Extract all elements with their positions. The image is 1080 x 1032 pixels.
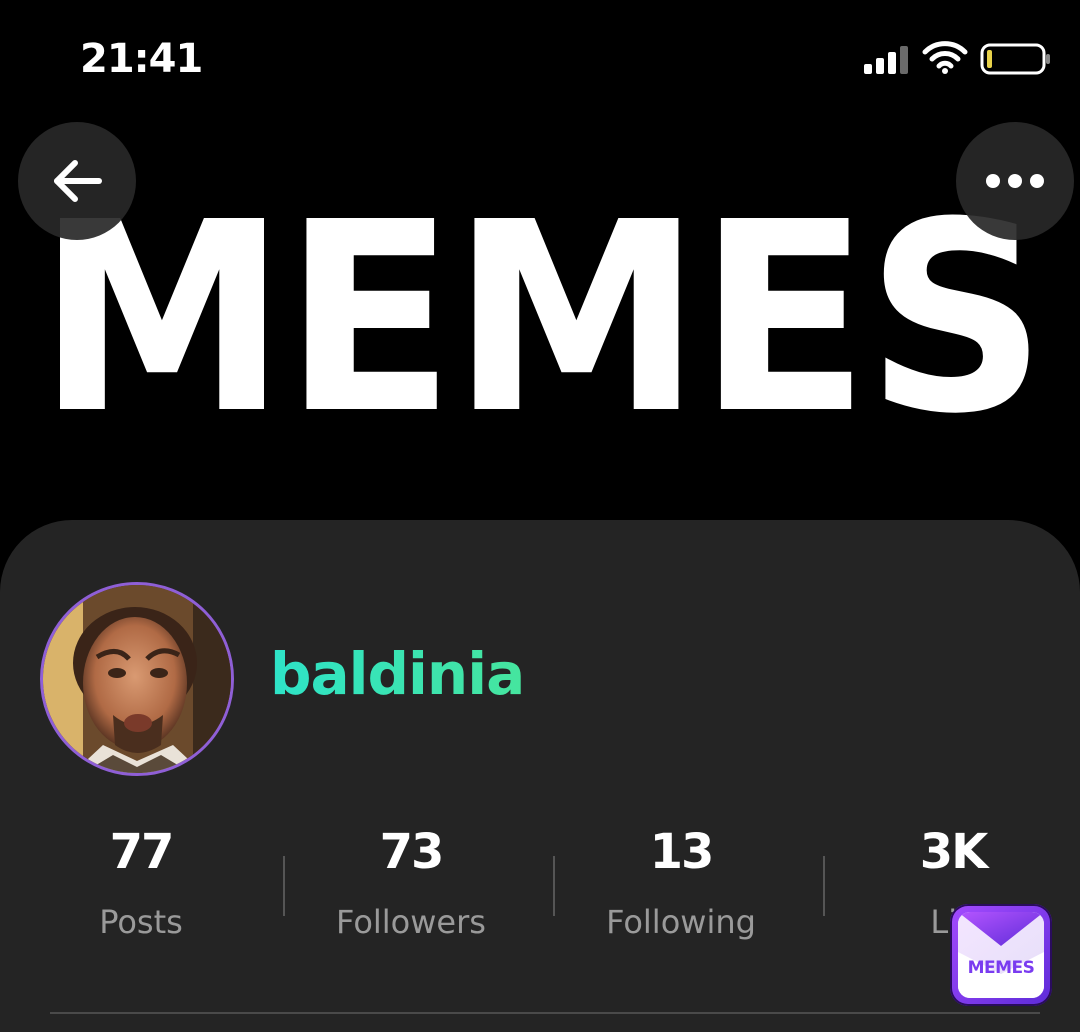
- stat-value: 77: [109, 824, 175, 880]
- status-time: 21:41: [80, 36, 203, 82]
- stat-value: 3K: [919, 824, 989, 880]
- battery-icon: [980, 43, 1050, 75]
- mail-icon: MEMES: [958, 912, 1044, 998]
- stat-posts[interactable]: 77 Posts: [6, 822, 276, 942]
- username: baldinia: [270, 640, 525, 708]
- profile-banner-text: MEMES: [36, 166, 1047, 471]
- avatar[interactable]: [40, 582, 234, 776]
- more-options-button[interactable]: [956, 122, 1074, 240]
- stat-label: Following: [606, 903, 756, 941]
- watermark-text: MEMES: [967, 958, 1035, 978]
- signal-icon: [864, 46, 908, 74]
- back-button[interactable]: [18, 122, 136, 240]
- stat-label: Posts: [99, 903, 183, 941]
- stat-value: 73: [379, 824, 445, 880]
- profile-screen: 21:41 MEMES baldinia 77 Posts 73 Followe…: [0, 0, 1080, 1032]
- avatar-image: [43, 585, 231, 773]
- ellipsis-icon: [986, 174, 1044, 188]
- wifi-icon: [922, 41, 968, 74]
- stat-followers[interactable]: 73 Followers: [276, 822, 546, 942]
- memes-watermark-badge: MEMES: [950, 904, 1052, 1006]
- section-divider: [50, 1012, 1040, 1014]
- arrow-left-icon: [54, 160, 102, 202]
- stat-label: Followers: [336, 903, 486, 941]
- stat-value: 13: [649, 824, 715, 880]
- stat-following[interactable]: 13 Following: [546, 822, 816, 942]
